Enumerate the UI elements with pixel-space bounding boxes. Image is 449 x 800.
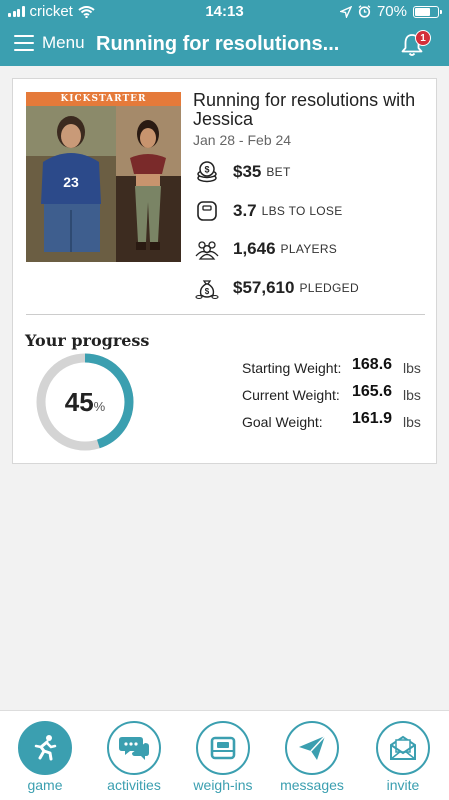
- stat-bet-label: BET: [266, 165, 291, 179]
- tab-weigh-ins-circle: [196, 721, 250, 775]
- status-bar: cricket 14:13 70%: [0, 0, 449, 24]
- weight-value: 168.6: [352, 356, 393, 373]
- battery-icon: [413, 5, 442, 18]
- tab-game[interactable]: game: [0, 721, 90, 793]
- weight-row-starting: Starting Weight: 168.6 lbs: [242, 356, 432, 380]
- players-icon: [195, 241, 219, 260]
- game-card[interactable]: 23 KICKSTARTER Running for resolutions w…: [12, 78, 437, 464]
- page-title: Running for resolutions...: [96, 33, 340, 55]
- tab-invite[interactable]: invite: [358, 721, 448, 793]
- svg-text:23: 23: [63, 174, 79, 190]
- battery-percent: 70%: [376, 3, 407, 20]
- stat-pledged: $ $57,610 PLEDGED: [194, 275, 359, 301]
- svg-text:$: $: [204, 165, 209, 175]
- tab-label: messages: [280, 777, 344, 793]
- status-right: 70%: [339, 3, 442, 20]
- hamburger-icon: [14, 35, 34, 51]
- tab-label: activities: [107, 777, 161, 793]
- weight-value: 165.6: [352, 383, 393, 400]
- alarm-icon: [358, 5, 371, 18]
- before-after-image: 23: [26, 106, 181, 262]
- runner-icon: [34, 735, 57, 761]
- stat-lbs-to-lose: 3.7 LBS TO LOSE: [194, 198, 343, 224]
- stat-lbs-value: 3.7: [233, 201, 257, 220]
- stat-players: 1,646 PLAYERS: [194, 236, 337, 262]
- menu-label: Menu: [42, 33, 85, 52]
- tab-label: invite: [386, 777, 420, 793]
- weight-unit: lbs: [403, 360, 421, 376]
- progress-percent-value: 45: [64, 386, 94, 417]
- card-divider: [26, 314, 425, 315]
- paper-plane-icon: [299, 735, 326, 760]
- game-dates: Jan 28 - Feb 24: [193, 132, 292, 148]
- game-title: Running for resolutions with Jessica: [193, 90, 416, 129]
- stat-bet: $ $35 BET: [194, 159, 291, 185]
- weight-row-current: Current Weight: 165.6 lbs: [242, 383, 432, 407]
- bottom-tab-bar: game activities weigh-ins messages invit…: [0, 710, 449, 800]
- weight-row-goal: Goal Weight: 161.9 lbs: [242, 410, 432, 434]
- stat-pledged-value: $57,610: [233, 278, 295, 297]
- chat-bubbles-icon: [119, 737, 149, 760]
- stat-lbs-label: LBS TO LOSE: [261, 204, 343, 218]
- envelope-icon: [390, 735, 416, 760]
- money-bag-icon: $: [195, 280, 219, 300]
- stat-players-label: PLAYERS: [280, 242, 338, 256]
- weight-value: 161.9: [352, 410, 393, 427]
- location-arrow-icon: [339, 5, 352, 18]
- progress-title: Your progress: [25, 331, 150, 350]
- progress-percent: 45 %: [35, 352, 135, 452]
- notification-badge: 1: [415, 30, 431, 46]
- weight-unit: lbs: [403, 414, 421, 430]
- scale-icon: [210, 736, 236, 760]
- notifications-button[interactable]: 1: [399, 30, 431, 58]
- tab-messages[interactable]: messages: [267, 721, 357, 793]
- tab-invite-circle: [376, 721, 430, 775]
- tab-messages-circle: [285, 721, 339, 775]
- tab-weigh-ins[interactable]: weigh-ins: [178, 721, 268, 793]
- tab-activities-circle: [107, 721, 161, 775]
- weight-unit: lbs: [403, 387, 421, 403]
- tab-label: weigh-ins: [193, 777, 253, 793]
- weight-label: Goal Weight:: [242, 414, 323, 430]
- tab-game-circle: [18, 721, 72, 775]
- menu-button[interactable]: Menu: [14, 33, 85, 53]
- app-header: Menu Running for resolutions... 1: [0, 24, 449, 66]
- weight-label: Current Weight:: [242, 387, 340, 403]
- game-photo: 23 KICKSTARTER: [26, 92, 181, 262]
- svg-text:$: $: [205, 287, 210, 296]
- coins-icon: $: [197, 161, 217, 183]
- tab-activities[interactable]: activities: [89, 721, 179, 793]
- tab-label: game: [27, 777, 63, 793]
- scale-icon: [197, 201, 217, 221]
- weight-label: Starting Weight:: [242, 360, 342, 376]
- stat-pledged-label: PLEDGED: [299, 281, 359, 295]
- stat-bet-value: $35: [233, 162, 262, 181]
- stat-players-value: 1,646: [233, 239, 276, 258]
- progress-percent-symbol: %: [93, 398, 106, 414]
- kickstarter-banner: KICKSTARTER: [26, 92, 181, 106]
